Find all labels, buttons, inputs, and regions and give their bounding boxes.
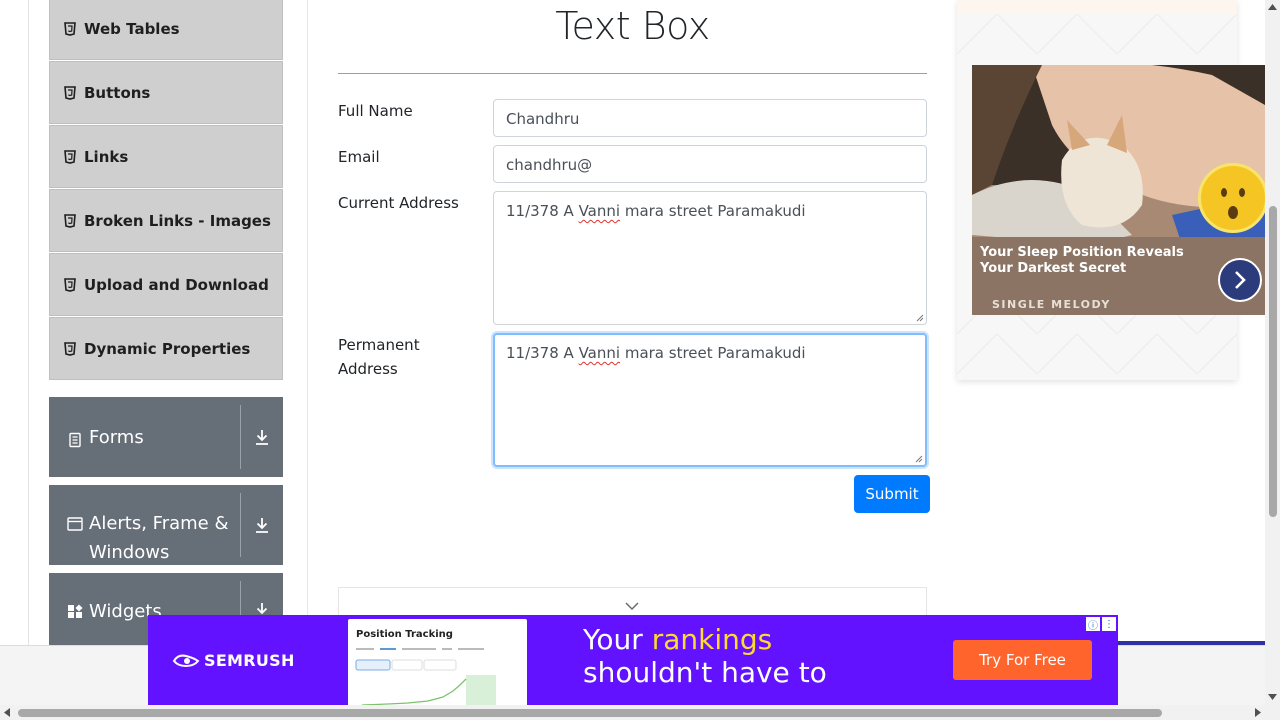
headline-line-1: Your rankings xyxy=(583,623,827,656)
sidebar-item-label: Upload and Download xyxy=(84,275,269,294)
more-options-icon[interactable]: ⋮ xyxy=(1102,617,1116,631)
html5-icon xyxy=(64,277,76,292)
current-address-textarea[interactable]: 11/378 A Vanni mara street Paramakudi xyxy=(493,191,927,325)
ad-caption: Your Sleep Position Reveals Your Darkest… xyxy=(980,245,1184,276)
scroll-right-arrow-icon[interactable] xyxy=(1255,708,1261,717)
sidebar-item-label: Buttons xyxy=(84,83,151,102)
email-input[interactable]: chandhru@ xyxy=(493,145,927,183)
window-icon xyxy=(67,517,83,531)
html5-icon xyxy=(64,85,76,100)
chevron-down-icon[interactable] xyxy=(625,602,639,611)
resize-handle-icon[interactable] xyxy=(916,314,924,322)
group-header: Forms xyxy=(49,423,240,452)
screenshot-graphic xyxy=(355,648,496,705)
group-header: Alerts, Frame & Windows xyxy=(49,485,240,567)
email-label: Email xyxy=(338,148,380,166)
horizontal-scrollbar[interactable] xyxy=(0,705,1280,720)
sidebar-item-upload-download[interactable]: Upload and Download xyxy=(49,253,283,316)
ad-image[interactable]: Your Sleep Position Reveals Your Darkest… xyxy=(972,65,1265,315)
info-icon[interactable]: ⓘ xyxy=(1086,617,1100,632)
sidebar-item-label: Links xyxy=(84,147,129,166)
textarea-text: mara street Paramakudi xyxy=(620,344,806,362)
semrush-banner-ad[interactable]: SEMRUSH Position Tracking Your rankings … xyxy=(148,615,1118,705)
semrush-logo: SEMRUSH xyxy=(172,651,295,670)
sidebar-group-forms[interactable]: Forms xyxy=(49,397,283,477)
banner-accent xyxy=(1118,637,1265,645)
expand-arrow-icon[interactable] xyxy=(241,573,283,619)
group-label: Alerts, Frame & Windows xyxy=(89,513,229,563)
scroll-down-arrow-icon[interactable] xyxy=(1268,694,1277,700)
html5-icon xyxy=(64,21,76,36)
sidebar-item-label: Dynamic Properties xyxy=(84,339,251,358)
sidebar-group-alerts[interactable]: Alerts, Frame & Windows xyxy=(49,485,283,565)
semrush-flame-icon xyxy=(172,654,200,667)
html5-icon xyxy=(64,149,76,164)
sidebar-item-links[interactable]: Links xyxy=(49,125,283,188)
scroll-left-arrow-icon[interactable] xyxy=(4,708,10,717)
widgets-icon xyxy=(68,604,83,618)
group-label: Forms xyxy=(89,426,144,448)
sidebar-item-buttons[interactable]: Buttons xyxy=(49,61,283,124)
textarea-text: 11/378 A xyxy=(506,202,579,220)
vertical-scrollbar[interactable] xyxy=(1265,0,1280,705)
textarea-text: mara street Paramakudi xyxy=(620,202,806,220)
adchoices[interactable]: ⓘ ⋮ xyxy=(1086,617,1116,632)
full-name-label: Full Name xyxy=(338,102,413,120)
page-title: Text Box xyxy=(555,4,710,48)
horizontal-scrollbar-thumb[interactable] xyxy=(18,709,1162,717)
permanent-address-label: Permanent Address xyxy=(338,336,420,378)
chevron-right-icon xyxy=(1235,271,1246,289)
surprised-emoji-icon xyxy=(1198,163,1265,233)
headline-line-2: shouldn't have to xyxy=(583,656,827,689)
form-icon xyxy=(69,432,81,447)
permanent-address-textarea[interactable]: 11/378 A Vanni mara street Paramakudi xyxy=(493,333,927,467)
expand-arrow-icon[interactable] xyxy=(241,516,283,534)
textarea-text: 11/378 A xyxy=(506,344,579,362)
headline-text: Your xyxy=(583,623,652,656)
full-name-input[interactable]: Chandhru xyxy=(493,99,927,137)
left-border xyxy=(28,0,29,645)
title-divider xyxy=(338,73,927,74)
banner-headline: Your rankings shouldn't have to xyxy=(583,623,827,689)
ad-top-strip xyxy=(957,0,1237,14)
resize-handle-icon[interactable] xyxy=(915,455,923,463)
product-screenshot: Position Tracking xyxy=(348,619,527,705)
scroll-up-arrow-icon[interactable] xyxy=(1268,4,1277,10)
ad-brand: SINGLE MELODY xyxy=(992,298,1111,311)
misspelled-word: Vanni xyxy=(578,344,621,362)
try-for-free-button[interactable]: Try For Free xyxy=(953,640,1092,680)
sidebar-item-label: Web Tables xyxy=(84,19,180,38)
sidebar-divider xyxy=(307,0,308,645)
misspelled-word: Vanni xyxy=(578,202,621,220)
sidebar-item-label: Broken Links - Images xyxy=(84,211,271,230)
sidebar-item-dynamic-properties[interactable]: Dynamic Properties xyxy=(49,317,283,380)
current-address-label: Current Address xyxy=(338,194,459,212)
expand-arrow-icon[interactable] xyxy=(241,428,283,446)
semrush-brand-text: SEMRUSH xyxy=(204,651,295,670)
submit-button[interactable]: Submit xyxy=(854,475,930,513)
page: Web Tables Buttons Links Broken Links - … xyxy=(0,0,1280,720)
ad-next-button[interactable] xyxy=(1218,258,1262,302)
headline-highlight: rankings xyxy=(651,623,773,656)
vertical-scrollbar-thumb[interactable] xyxy=(1269,206,1277,517)
sidebar-item-web-tables[interactable]: Web Tables xyxy=(49,0,283,60)
sidebar-item-broken-links[interactable]: Broken Links - Images xyxy=(49,189,283,252)
html5-icon xyxy=(64,213,76,228)
html5-icon xyxy=(64,341,76,356)
